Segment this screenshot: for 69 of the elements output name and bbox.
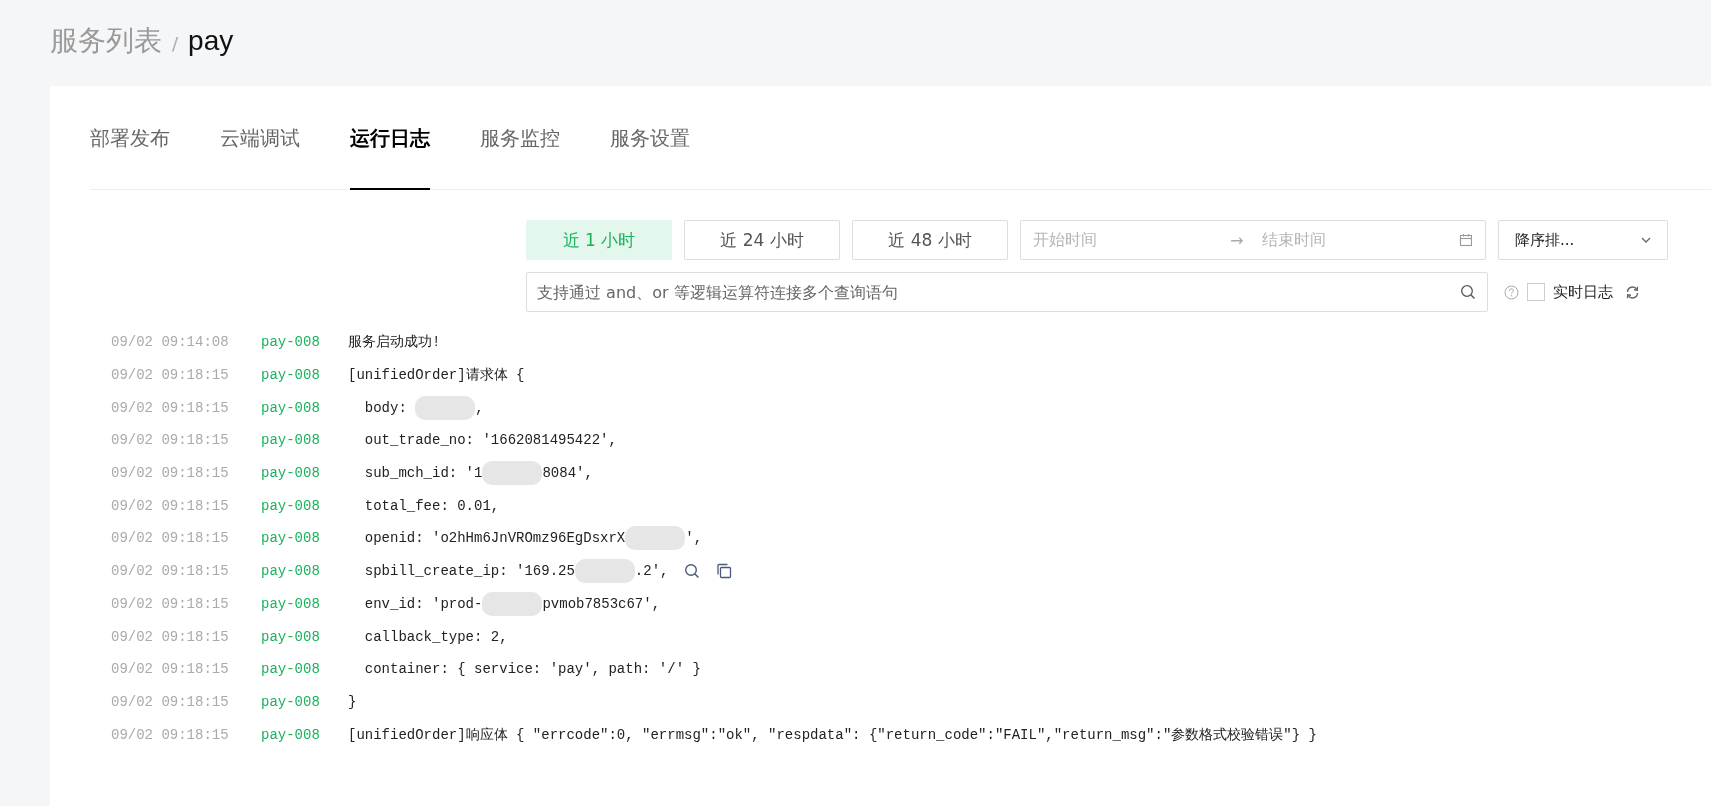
log-time: 09/02 09:18:15 (111, 367, 230, 384)
tab[interactable]: 服务设置 (610, 86, 690, 190)
log-time: 09/02 09:18:15 (111, 399, 230, 416)
log-source: pay-008 (261, 628, 321, 645)
log-time: 09/02 09:18:15 (111, 628, 230, 645)
log-source: pay-008 (261, 367, 321, 384)
log-message: [unifiedOrder]响应体 { "errcode":0, "errmsg":"ok", "respdata": {"return_code":"FAIL","return_msg":"参数格式校验错误"} } (348, 725, 1317, 744)
log-message: body: (363, 399, 408, 416)
realtime-label: 实时日志 (1553, 282, 1613, 302)
log-time: 09/02 09:18:15 (111, 465, 230, 482)
search-field[interactable]: 支持通过 and、or 等逻辑运算符连接多个查询语句 (526, 272, 1488, 312)
redaction-blur (574, 559, 635, 584)
search-icon[interactable] (684, 563, 701, 580)
log-message: openid: 'o2hHm6JnVROmz96EgDsxrX (363, 530, 626, 547)
log-source: pay-008 (261, 693, 321, 710)
redaction-blur (415, 395, 476, 420)
breadcrumb-separator: / (172, 33, 179, 54)
log-message: pvmob7853c67', (542, 595, 661, 612)
log-time: 09/02 09:18:15 (111, 497, 230, 514)
log-source: pay-008 (261, 399, 321, 416)
redaction-blur (625, 526, 686, 551)
log-message: } (348, 693, 357, 710)
log-source: pay-008 (261, 661, 321, 678)
log-time: 09/02 09:18:15 (111, 693, 230, 710)
log-message: env_id: 'prod- (363, 595, 483, 612)
range-arrow: → (1230, 230, 1244, 250)
log-message: total_fee: 0.01, (363, 497, 500, 514)
tab[interactable]: 服务监控 (480, 86, 560, 190)
log-source: pay-008 (261, 432, 321, 449)
redaction-blur (482, 461, 543, 486)
log-time: 09/02 09:18:15 (111, 661, 230, 678)
log-message: container: { service: 'pay', path: '/' } (363, 661, 701, 678)
log-message: out_trade_no: '1662081495422', (363, 432, 617, 449)
time-range-button[interactable]: 近 24 小时 (684, 220, 840, 260)
log-message: 8084', (542, 465, 593, 482)
sort-select[interactable]: 降序排... (1498, 220, 1668, 260)
page-title: pay (188, 25, 234, 57)
log-message: callback_type: 2, (363, 628, 508, 645)
log-source: pay-008 (261, 726, 321, 743)
tab[interactable]: 云端调试 (220, 86, 300, 190)
log-source: pay-008 (261, 497, 321, 514)
calendar-icon (1459, 233, 1473, 247)
chevron-down-icon (1641, 237, 1651, 243)
log-time: 09/02 09:18:15 (111, 530, 230, 547)
log-message: , (475, 399, 484, 416)
log-source: pay-008 (261, 334, 321, 351)
log-message: spbill_create_ip: '169.25 (363, 563, 575, 580)
log-message: .2', (634, 563, 669, 580)
tab[interactable]: 运行日志 (350, 86, 430, 190)
tab[interactable]: 部署发布 (90, 86, 170, 190)
log-message: 服务启动成功! (348, 333, 441, 352)
copy-icon[interactable] (716, 563, 733, 580)
log-time: 09/02 09:18:15 (111, 432, 230, 449)
log-time: 09/02 09:18:15 (111, 726, 230, 743)
log-time: 09/02 09:18:15 (111, 595, 230, 612)
log-source: pay-008 (261, 530, 321, 547)
redaction-blur (482, 591, 543, 616)
realtime-checkbox[interactable] (1527, 283, 1545, 301)
log-message: ', (685, 530, 703, 547)
time-range-button[interactable]: 近 48 小时 (852, 220, 1008, 260)
log-time: 09/02 09:18:15 (111, 563, 230, 580)
log-message: [unifiedOrder]请求体 { (348, 366, 525, 385)
search-icon (1460, 284, 1476, 300)
log-message: sub_mch_id: '1 (363, 465, 483, 482)
log-time: 09/02 09:14:08 (111, 334, 230, 351)
refresh-icon[interactable] (1625, 284, 1640, 300)
log-source: pay-008 (261, 465, 321, 482)
log-source: pay-008 (261, 563, 321, 580)
log-source: pay-008 (261, 595, 321, 612)
